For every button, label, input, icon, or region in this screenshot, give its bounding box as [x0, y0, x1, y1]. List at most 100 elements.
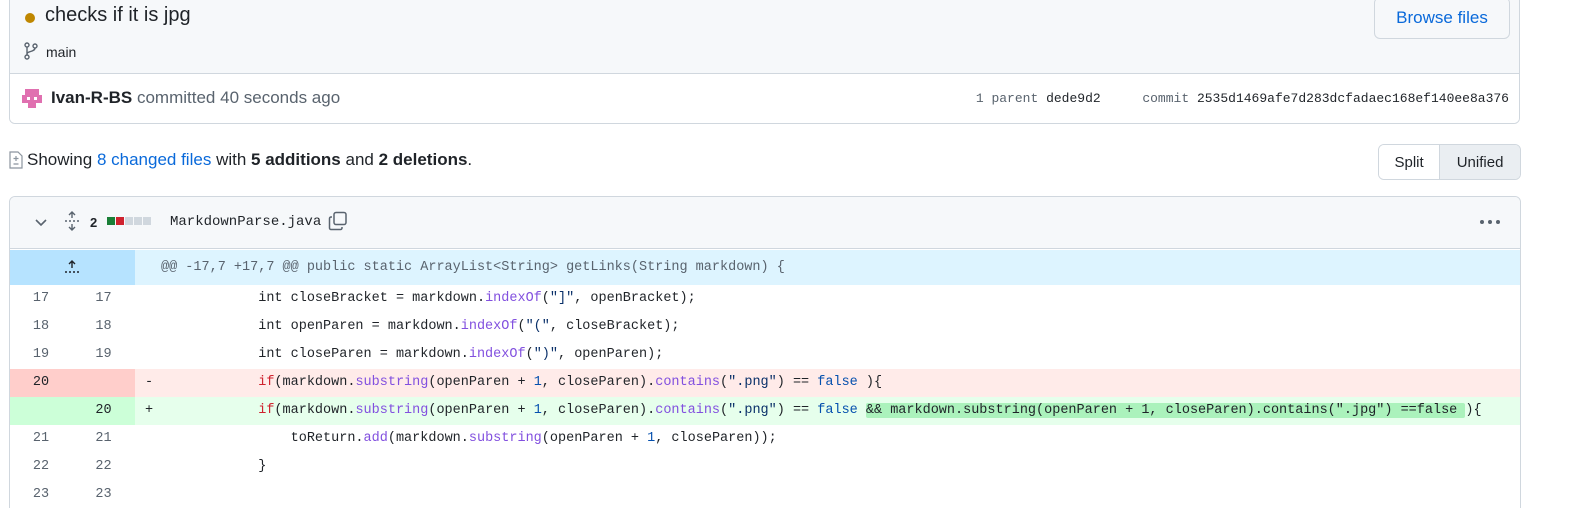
code-token: (markdown. [387, 431, 469, 446]
code-token: int closeParen = markdown. [161, 347, 469, 362]
code-token-fn: indexOf [460, 319, 518, 334]
commit-header: checks if it is jpg main Browse files Iv… [9, 0, 1520, 124]
file-name-link[interactable]: MarkdownParse.java [170, 214, 321, 230]
deletions-count: 2 deletions [378, 150, 468, 169]
chevron-down-icon[interactable] [34, 216, 48, 230]
old-line-number[interactable]: 18 [10, 313, 72, 341]
diff-line-context: 21 21 toReturn.add(markdown.substring(ope… [10, 425, 1520, 453]
code-token-bool: false [817, 403, 858, 418]
code-token: (markdown. [274, 375, 356, 390]
code-token: ) == [776, 403, 818, 418]
diff-marker: + [145, 403, 154, 418]
git-branch-icon [24, 42, 38, 60]
code-token: , openBracket); [574, 291, 696, 306]
diffstat-block-neutral [143, 217, 151, 225]
kebab-horizontal-icon[interactable] [1478, 215, 1502, 229]
commit-author-bar: Ivan-R-BS committed 40 seconds ago 1 par… [10, 75, 1519, 123]
browse-files-button[interactable]: Browse files [1374, 0, 1510, 39]
diff-line-context: 18 18 int openParen = markdown.indexOf("(… [10, 313, 1520, 341]
code-token: ( [541, 291, 550, 306]
diff-line-context: 22 22 } [10, 453, 1520, 481]
summary-and: and [345, 150, 374, 169]
author-link[interactable]: Ivan-R-BS [51, 88, 132, 107]
code-token: , closeBracket); [549, 319, 680, 334]
new-line-number[interactable]: 20 [72, 397, 135, 425]
code-token-str: ".png" [728, 375, 777, 390]
commit-label: commit [1142, 91, 1190, 106]
code-token-num: 1 [533, 403, 542, 418]
changed-files-link[interactable]: 8 changed files [97, 150, 211, 169]
code-token-fn: contains [655, 375, 721, 390]
new-line-number[interactable]: 17 [72, 285, 135, 313]
split-view-button[interactable]: Split [1379, 145, 1441, 179]
new-line-number[interactable]: 23 [72, 481, 135, 508]
hunk-header: @@ -17,7 +17,7 @@ public static ArrayLis… [161, 260, 785, 275]
new-line-number[interactable] [72, 369, 135, 397]
new-line-number[interactable]: 18 [72, 313, 135, 341]
diffstat-count: 2 [90, 215, 98, 230]
diff-line-del: 20 - if(markdown.substring(openParen + 1,… [10, 369, 1520, 397]
code-token: int openParen = markdown. [161, 319, 461, 334]
commit-time: 40 seconds ago [220, 88, 341, 107]
old-line-number[interactable] [10, 397, 72, 425]
parent-sha-link[interactable]: dede9d2 [1046, 91, 1101, 106]
code-line: if(markdown.substring(openParen + 1, clo… [161, 369, 882, 397]
expand-up-icon[interactable] [63, 258, 81, 276]
hunk-header-row: @@ -17,7 +17,7 @@ public static ArrayLis… [10, 250, 1520, 285]
code-line: } [161, 453, 266, 481]
code-token: (openParen + [428, 403, 534, 418]
new-line-number[interactable]: 21 [72, 425, 135, 453]
hunk-gutter [10, 250, 135, 285]
code-token-str: ")" [533, 347, 558, 362]
code-line: int closeBracket = markdown.indexOf("]",… [161, 285, 696, 313]
code-token: , closeParen)); [655, 431, 777, 446]
code-token-str: ".png" [728, 403, 777, 418]
commit-title-bar: checks if it is jpg main Browse files [10, 0, 1519, 74]
branch-name[interactable]: main [46, 44, 76, 60]
code-token-fn: substring [355, 403, 429, 418]
old-line-number[interactable]: 22 [10, 453, 72, 481]
code-token-kw: if [258, 375, 275, 390]
diffstat-block-neutral [134, 217, 142, 225]
code-token-fn: substring [355, 375, 429, 390]
code-line: int openParen = markdown.indexOf("(", cl… [161, 313, 680, 341]
old-line-number[interactable]: 21 [10, 425, 72, 453]
diffstat-block-removed [116, 217, 124, 225]
unfold-icon[interactable] [64, 211, 80, 231]
code-token-num: 1 [533, 375, 542, 390]
new-line-number[interactable]: 19 [72, 341, 135, 369]
commit-title: checks if it is jpg [45, 4, 191, 26]
diff-marker: - [145, 375, 154, 390]
commit-status-dot[interactable] [25, 13, 35, 23]
code-token: ) == [776, 375, 818, 390]
new-line-number[interactable]: 22 [72, 453, 135, 481]
code-token: , closeParen). [541, 375, 656, 390]
copy-icon[interactable] [328, 211, 348, 231]
code-line: int closeParen = markdown.indexOf(")", o… [161, 341, 663, 369]
summary-suffix: . [467, 150, 473, 169]
code-line: toReturn.add(markdown.substring(openPare… [161, 425, 777, 453]
code-token: ){ [1465, 403, 1482, 418]
old-line-number[interactable]: 17 [10, 285, 72, 313]
old-line-number[interactable]: 20 [10, 369, 72, 397]
code-token: toReturn. [161, 431, 364, 446]
identicon-avatar[interactable] [21, 87, 43, 109]
code-token: (openParen + [541, 431, 648, 446]
commit-author-line: Ivan-R-BS committed 40 seconds ago [51, 88, 340, 108]
commit-action: committed [136, 88, 216, 107]
code-token: , openParen); [558, 347, 664, 362]
file-diff-icon [9, 151, 23, 169]
code-token: ){ [857, 375, 883, 390]
old-line-number[interactable]: 19 [10, 341, 72, 369]
unified-view-button[interactable]: Unified [1440, 145, 1520, 179]
diff-line-context: 19 19 int closeParen = markdown.indexOf("… [10, 341, 1520, 369]
code-token: } [161, 459, 267, 474]
code-token: ( [720, 403, 729, 418]
code-token: ( [720, 375, 729, 390]
old-line-number[interactable]: 23 [10, 481, 72, 508]
code-token-bool: false [817, 375, 858, 390]
code-token-fn: add [363, 431, 388, 446]
